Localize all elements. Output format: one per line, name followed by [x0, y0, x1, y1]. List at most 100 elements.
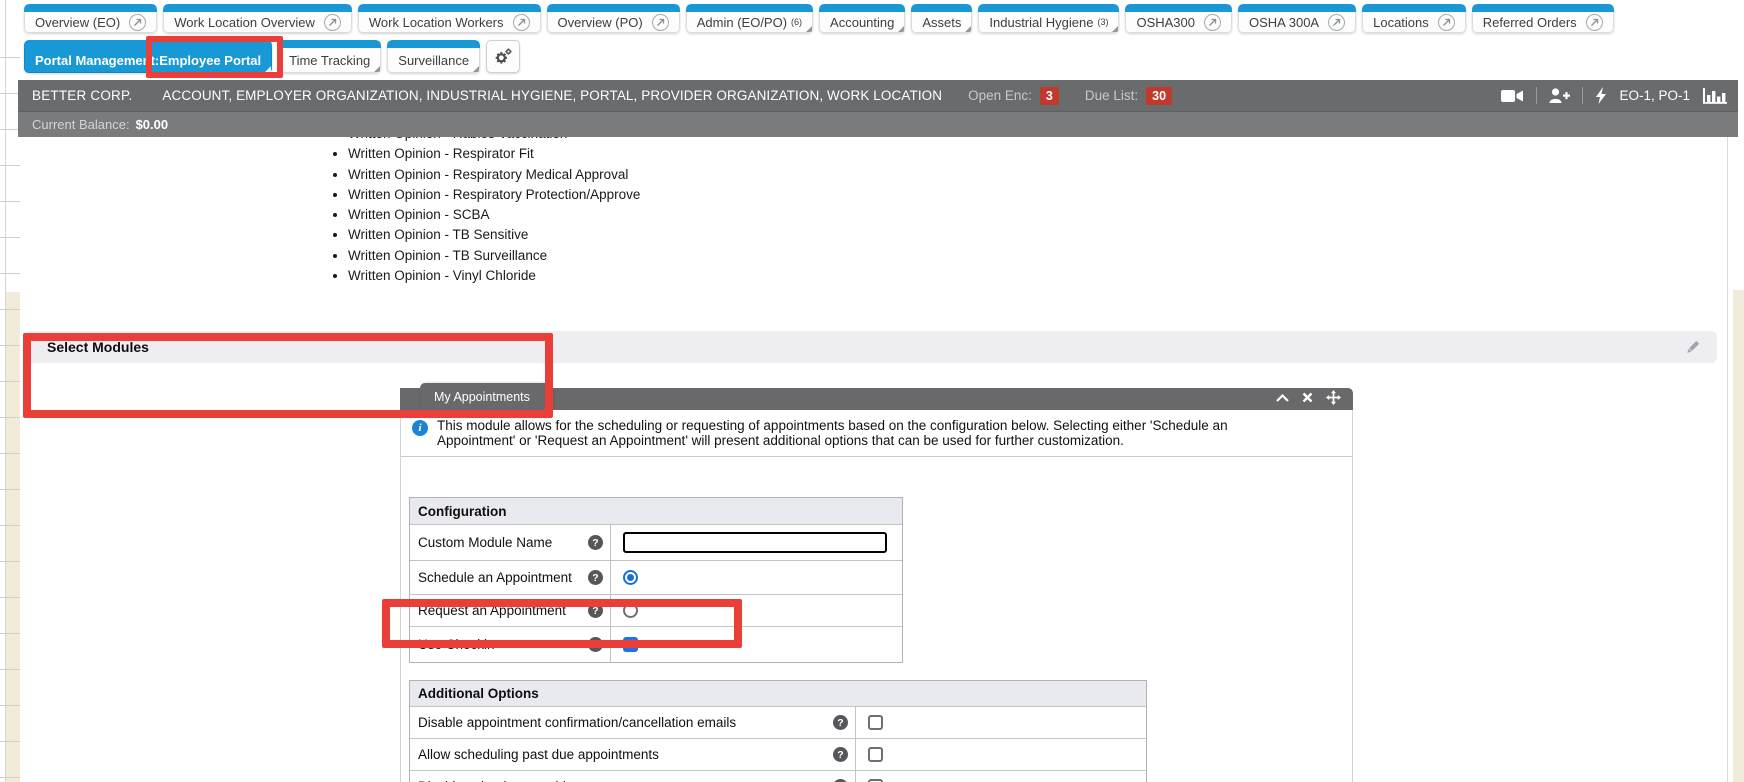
- tab-portal-management-employee-portal[interactable]: Portal Management:Employee Portal: [24, 40, 272, 73]
- tab-work-location-overview[interactable]: Work Location Overview: [163, 4, 352, 33]
- open-enc-badge[interactable]: 3: [1040, 87, 1059, 105]
- open-in-new-icon[interactable]: [1204, 14, 1221, 31]
- pencil-icon[interactable]: [1684, 339, 1701, 356]
- tab-overview-po[interactable]: Overview (PO): [547, 4, 680, 33]
- add-user-icon[interactable]: [1549, 88, 1570, 103]
- current-balance-value: $0.00: [136, 117, 169, 132]
- custom-module-name-input[interactable]: [623, 532, 887, 553]
- question-circle-icon[interactable]: ?: [833, 715, 848, 730]
- question-circle-icon[interactable]: ?: [833, 747, 848, 762]
- tab-label: OSHA 300A: [1249, 15, 1319, 30]
- tab-work-location-workers[interactable]: Work Location Workers: [358, 4, 541, 33]
- disable-confirmation-emails-checkbox[interactable]: [868, 715, 883, 730]
- lightning-icon[interactable]: [1595, 87, 1607, 104]
- row-label: Allow scheduling past due appointments: [418, 747, 659, 762]
- tab-count: (3): [1097, 17, 1108, 27]
- secondary-tab-bar: Portal Management:Employee Portal Time T…: [24, 40, 520, 73]
- corner-fold-icon: [473, 66, 479, 72]
- row-label: Custom Module Name: [418, 535, 552, 550]
- tab-surveillance[interactable]: Surveillance: [387, 40, 480, 73]
- tab-osha300a[interactable]: OSHA 300A: [1238, 4, 1356, 33]
- tab-assets[interactable]: Assets: [911, 4, 972, 33]
- tab-label: Time Tracking: [289, 53, 370, 68]
- table-row: Disable calendar searching?: [410, 770, 1146, 782]
- due-list-label: Due List:: [1085, 88, 1138, 103]
- question-circle-icon[interactable]: ?: [588, 570, 603, 585]
- open-in-new-icon[interactable]: [1328, 14, 1345, 31]
- table-row: Allow scheduling past due appointments?: [410, 738, 1146, 770]
- tab-label: OSHA300: [1136, 15, 1195, 30]
- tab-count: (6): [791, 17, 802, 27]
- corner-fold-icon: [898, 26, 904, 32]
- allow-past-due-checkbox[interactable]: [868, 747, 883, 762]
- table-row: Use Checkin? ✓: [410, 626, 902, 662]
- additional-options-table-header: Additional Options: [410, 681, 1146, 706]
- module-info-text: This module allows for the scheduling or…: [437, 419, 1299, 448]
- configuration-table-header: Configuration: [410, 498, 902, 524]
- request-appointment-radio[interactable]: [623, 603, 638, 618]
- question-circle-icon[interactable]: ?: [588, 535, 603, 550]
- tab-overview-eo[interactable]: Overview (EO): [24, 4, 157, 33]
- corner-fold-icon: [374, 66, 380, 72]
- tab-label: Admin (EO/PO): [697, 15, 787, 30]
- collapse-chevron-icon[interactable]: [1276, 394, 1289, 402]
- tab-time-tracking[interactable]: Time Tracking: [278, 40, 381, 73]
- open-in-new-icon[interactable]: [1586, 14, 1603, 31]
- open-in-new-icon[interactable]: [513, 14, 530, 31]
- tab-label: Accounting: [830, 15, 894, 30]
- table-row: Schedule an Appointment?: [410, 560, 902, 594]
- additional-options-table: Additional Options Disable appointment c…: [409, 680, 1147, 782]
- open-in-new-icon[interactable]: [1438, 14, 1455, 31]
- video-camera-icon[interactable]: [1501, 89, 1524, 103]
- written-opinion-list: Written Opinion - Rabies Vaccination Wri…: [348, 124, 640, 286]
- configuration-table: Configuration Custom Module Name? Schedu…: [409, 497, 903, 663]
- module-header-controls: [1276, 390, 1341, 405]
- company-name: BETTER CORP.: [32, 88, 132, 103]
- question-circle-icon[interactable]: ?: [588, 603, 603, 618]
- open-in-new-icon[interactable]: [129, 14, 146, 31]
- my-appointments-module-panel: My Appointments i This module allows for…: [400, 383, 1353, 782]
- tab-label: Referred Orders: [1483, 15, 1577, 30]
- corner-fold-icon: [806, 26, 812, 32]
- tab-industrial-hygiene[interactable]: Industrial Hygiene(3): [978, 4, 1119, 33]
- move-icon[interactable]: [1326, 390, 1341, 405]
- list-item: Written Opinion - Respiratory Protection…: [348, 185, 640, 205]
- list-item: Written Opinion - Vinyl Chloride: [348, 266, 640, 286]
- due-list-badge[interactable]: 30: [1146, 87, 1172, 105]
- module-title: My Appointments: [434, 390, 530, 404]
- tab-label: Surveillance: [398, 53, 469, 68]
- primary-tab-bar: Overview (EO) Work Location Overview Wor…: [24, 4, 1614, 33]
- module-header-tab[interactable]: My Appointments: [420, 383, 552, 410]
- tab-label: Work Location Overview: [174, 15, 315, 30]
- context-header-bar: BETTER CORP. ACCOUNT, EMPLOYER ORGANIZAT…: [18, 80, 1738, 111]
- balance-bar: Current Balance: $0.00: [18, 111, 1738, 137]
- tab-settings-button[interactable]: [486, 40, 520, 73]
- breadcrumb: ACCOUNT, EMPLOYER ORGANIZATION, INDUSTRI…: [162, 88, 942, 103]
- tab-osha300[interactable]: OSHA300: [1125, 4, 1232, 33]
- bar-chart-icon[interactable]: [1702, 87, 1728, 104]
- tab-referred-orders[interactable]: Referred Orders: [1472, 4, 1614, 33]
- list-item: Written Opinion - TB Surveillance: [348, 246, 640, 266]
- tab-accounting[interactable]: Accounting: [819, 4, 905, 33]
- use-checkin-checkbox[interactable]: ✓: [623, 637, 638, 652]
- tab-label: Portal Management:Employee Portal: [35, 53, 261, 68]
- module-info-note: i This module allows for the scheduling …: [401, 410, 1352, 457]
- tab-locations[interactable]: Locations: [1362, 4, 1466, 33]
- open-in-new-icon[interactable]: [652, 14, 669, 31]
- question-circle-icon[interactable]: ?: [588, 637, 603, 652]
- select-modules-title: Select Modules: [47, 339, 149, 355]
- close-icon[interactable]: [1302, 392, 1313, 403]
- left-grid-edge: [0, 0, 20, 782]
- list-item: Written Opinion - Respirator Fit: [348, 144, 640, 164]
- module-body: i This module allows for the scheduling …: [400, 410, 1353, 782]
- list-item: Written Opinion - SCBA: [348, 205, 640, 225]
- table-row: Custom Module Name?: [410, 524, 902, 560]
- schedule-appointment-radio[interactable]: [623, 570, 638, 585]
- row-label: Use Checkin: [418, 637, 495, 652]
- row-label: Schedule an Appointment: [418, 570, 572, 585]
- entity-label: EO-1, PO-1: [1619, 88, 1690, 103]
- open-in-new-icon[interactable]: [324, 14, 341, 31]
- corner-fold-icon: [965, 26, 971, 32]
- tab-admin-eo-po[interactable]: Admin (EO/PO) (6): [686, 4, 813, 33]
- tab-label: Assets: [922, 15, 961, 30]
